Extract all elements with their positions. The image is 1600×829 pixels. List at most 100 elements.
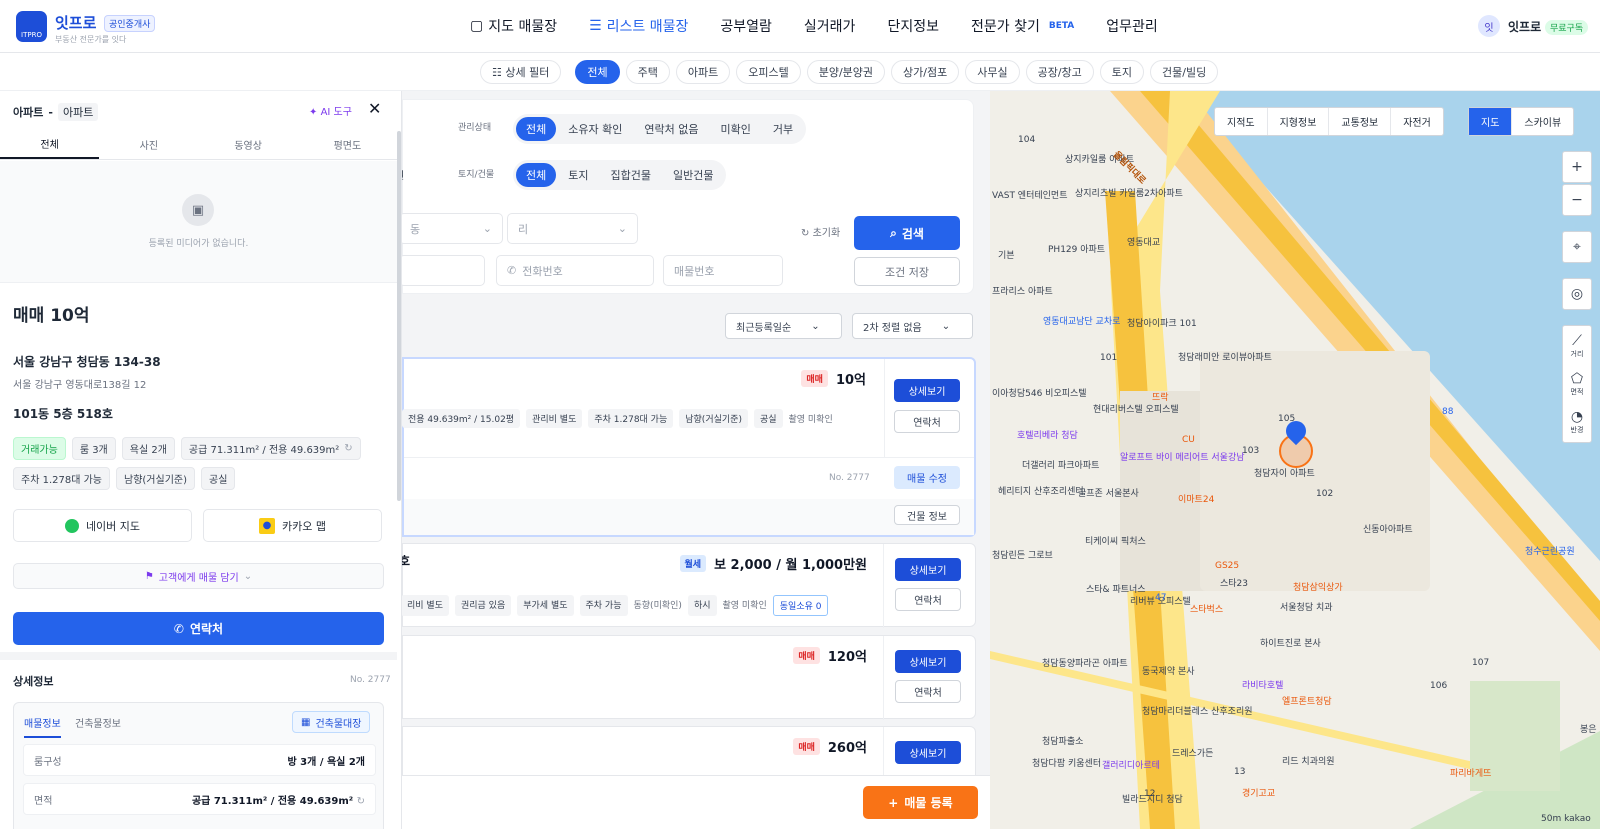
type-chip-factory[interactable]: 공장/창고 — [1025, 60, 1094, 84]
avatar[interactable]: 잇 — [1478, 15, 1500, 37]
tab-media-all[interactable]: 전체 — [0, 129, 100, 159]
type-chip-building[interactable]: 건물/빌딩 — [1150, 60, 1219, 84]
type-chip-officetel[interactable]: 오피스텔 — [736, 60, 801, 84]
map-label: 헤리티지 산후조리센터 — [998, 487, 1084, 497]
status-pill-refused[interactable]: 거부 — [763, 117, 803, 141]
type-chip-apartment[interactable]: 아파트 — [675, 60, 731, 84]
land-pill-aggregate[interactable]: 집합건물 — [601, 163, 661, 187]
user-name[interactable]: 잇프로 — [1508, 18, 1541, 35]
detail-filter-button[interactable]: ☷ 상세 필터 — [480, 60, 562, 84]
location-icon: ◎ — [1570, 286, 1584, 302]
type-chip-retail[interactable]: 상가/점포 — [891, 60, 960, 84]
radius-tool[interactable]: ◔ 반경 — [1571, 403, 1584, 441]
land-pill-all[interactable]: 전체 — [516, 163, 557, 187]
tab-listing-info[interactable]: 매물정보 — [24, 715, 61, 738]
menu-public-records[interactable]: 공부열람 — [720, 16, 772, 36]
ri-select[interactable]: 리 ⌄ — [507, 213, 638, 244]
save-conditions-button[interactable]: 조건 저장 — [854, 257, 960, 286]
contact-button[interactable]: ✆ 연락처 — [13, 612, 384, 645]
listing-detail-drawer: 아파트 - 아파트 ✦ AI 도구 ✕ 전체 사진 동영상 평면도 ▣ 등록된 … — [0, 91, 402, 829]
tab-building-info[interactable]: 건축물정보 — [75, 715, 121, 736]
status-pill-owner-confirmed[interactable]: 소유자 확인 — [558, 117, 632, 141]
menu-map-listings[interactable]: ▢ 지도 매물장 — [470, 16, 557, 36]
type-chip-land[interactable]: 토지 — [1099, 60, 1145, 84]
refresh-icon[interactable]: ↻ — [357, 796, 365, 807]
phone-input[interactable]: ✆ 전화번호 — [496, 255, 654, 286]
zoom-out-button[interactable]: − — [1562, 184, 1592, 216]
tab-media-photos[interactable]: 사진 — [99, 129, 198, 159]
name-input[interactable] — [402, 255, 485, 286]
type-chip-house[interactable]: 주택 — [625, 60, 670, 84]
naver-map-button[interactable]: 네이버 지도 — [13, 509, 192, 542]
save-to-customer-button[interactable]: ⚑ 고객에게 매물 담기 ⌄ — [13, 563, 384, 589]
drawer-scrollbar[interactable] — [397, 131, 401, 501]
menu-complex-info[interactable]: 단지정보 — [887, 16, 939, 36]
map-label: 청담마리더블레스 산후조리원 — [1142, 707, 1253, 717]
detail-row: 면적 공급 71.311m² / 전용 49.639m² ↻ — [23, 783, 376, 815]
status-pill-no-contact[interactable]: 연락처 없음 — [634, 117, 708, 141]
register-listing-button[interactable]: + 매물 등록 — [863, 786, 978, 819]
kakao-map-button[interactable]: ● 카카오 맵 — [203, 509, 382, 542]
partial-option[interactable]: 권 — [402, 167, 404, 182]
layer-cadastral[interactable]: 지적도 — [1215, 108, 1268, 135]
current-location-button[interactable]: ⌖ — [1562, 231, 1592, 263]
map-label: 경기고교 — [1242, 789, 1276, 799]
edit-listing-button[interactable]: 매물 수정 — [894, 466, 960, 489]
location-button[interactable]: ◎ — [1562, 278, 1592, 310]
distance-tool[interactable]: ⟋ 거리 — [1571, 327, 1584, 365]
listing-price: 260억 — [827, 741, 867, 756]
type-chip-office[interactable]: 사무실 — [965, 60, 1020, 84]
route-number: 13 — [1234, 767, 1246, 777]
close-icon[interactable]: ✕ — [368, 99, 381, 118]
land-pill-general[interactable]: 일반건물 — [663, 163, 723, 187]
view-skyview[interactable]: 스카이뷰 — [1512, 108, 1573, 135]
listing-number-input[interactable]: 매물번호 — [663, 255, 783, 286]
brand-logo-icon[interactable]: ITPRO — [16, 11, 47, 42]
zoom-in-button[interactable]: + — [1562, 151, 1592, 183]
route-number: 47 — [1155, 593, 1167, 603]
menu-real-transactions[interactable]: 실거래가 — [804, 16, 856, 36]
contact-button[interactable]: 연락처 — [895, 680, 961, 703]
area-tool[interactable]: ⬠ 면적 — [1571, 365, 1584, 403]
map-label: 기븐 — [998, 251, 1015, 261]
search-button[interactable]: ⌕ 검색 — [854, 216, 960, 250]
status-pill-all[interactable]: 전체 — [516, 117, 557, 141]
ai-tools-button[interactable]: ✦ AI 도구 — [309, 103, 352, 118]
menu-list-listings[interactable]: ☰ 리스트 매물장 — [589, 16, 688, 36]
tab-media-videos[interactable]: 동영상 — [199, 129, 298, 159]
refresh-icon[interactable]: ↻ — [344, 443, 352, 454]
brand-name[interactable]: 잇프로 — [55, 12, 96, 33]
contact-button[interactable]: 연락처 — [895, 588, 961, 611]
layer-bicycle[interactable]: 자전거 — [1391, 108, 1443, 135]
listing-card[interactable]: 매매 10억 전용 49.639m² / 15.02평 관리비 별도 주차 1.… — [402, 357, 976, 537]
contact-button[interactable]: 연락처 — [894, 410, 960, 433]
detail-button[interactable]: 상세보기 — [895, 558, 961, 581]
detail-button[interactable]: 상세보기 — [895, 650, 961, 673]
reset-button[interactable]: ↻ 초기화 — [801, 224, 840, 239]
primary-sort-select[interactable]: 최근등록일순 ⌄ — [725, 313, 842, 339]
tab-media-floorplan[interactable]: 평면도 — [298, 129, 397, 159]
layer-traffic[interactable]: 교통정보 — [1329, 108, 1392, 135]
listing-number-placeholder: 매물번호 — [674, 264, 715, 278]
map-label: 파리바게뜨 — [1450, 769, 1492, 779]
land-pill-land[interactable]: 토지 — [558, 163, 598, 187]
map-label: 드레스가든 — [1172, 749, 1214, 759]
view-map[interactable]: 지도 — [1469, 108, 1513, 135]
building-register-button[interactable]: ▦ 건축물대장 — [292, 711, 371, 733]
building-info-button[interactable]: 건물 정보 — [894, 505, 960, 525]
secondary-sort-select[interactable]: 2차 정렬 없음 ⌄ — [852, 313, 973, 339]
map-view[interactable]: 상지카일룸 아파트 VAST 엔터테인먼트 상지리츠빌 카일룸2차아파트 영동대… — [990, 91, 1600, 829]
layer-terrain[interactable]: 지형정보 — [1268, 108, 1330, 135]
listing-card[interactable]: 호 월세 보 2,000 / 월 1,000만원 리비 별도 권리금 있음 부가… — [402, 543, 976, 628]
type-chip-presale[interactable]: 분양/분양권 — [806, 60, 886, 84]
menu-work-management[interactable]: 업무관리 — [1106, 16, 1158, 36]
status-pill-unconfirmed[interactable]: 미확인 — [710, 117, 760, 141]
detail-button[interactable]: 상세보기 — [895, 741, 961, 764]
dong-select[interactable]: 동 ⌄ — [402, 213, 503, 244]
listing-card[interactable]: 매매 120억 상세보기 연락처 — [402, 635, 976, 720]
detail-button[interactable]: 상세보기 — [894, 379, 960, 402]
menu-find-expert[interactable]: 전문가 찾기 BETA — [971, 16, 1074, 36]
type-chip-all[interactable]: 전체 — [575, 60, 620, 84]
status-label: 관리상태 — [458, 123, 492, 133]
same-owner-badge[interactable]: 동일소유 0 — [772, 595, 829, 616]
